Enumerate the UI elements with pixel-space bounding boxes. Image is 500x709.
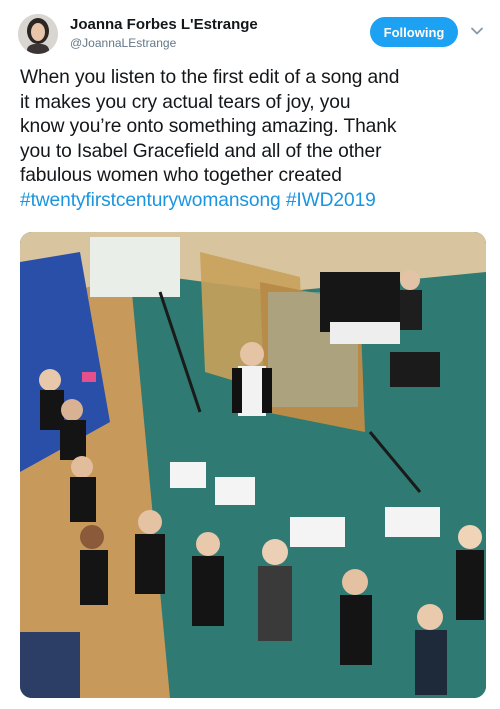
author-handle[interactable]: @JoannaLEstrange bbox=[70, 36, 176, 50]
tweet-line: you to Isabel Gracefield and all of the … bbox=[20, 140, 382, 162]
author-name[interactable]: Joanna Forbes L'Estrange bbox=[70, 16, 258, 33]
studio-photo-image bbox=[20, 232, 486, 698]
chevron-down-icon[interactable] bbox=[470, 24, 484, 38]
tweet-line: know you’re onto something amazing. Than… bbox=[20, 116, 397, 137]
avatar-photo-icon bbox=[18, 14, 58, 54]
tweet-line: When you listen to the first edit of a s… bbox=[20, 67, 400, 88]
hashtag-link[interactable]: #twentyfirstcenturywomansong bbox=[20, 190, 281, 211]
tweet-hashtag-line: #twentyfirstcenturywomansong #IWD2019 bbox=[20, 189, 486, 214]
hashtag-link[interactable]: #IWD2019 bbox=[286, 190, 376, 211]
tweet-header: Joanna Forbes L'Estrange @JoannaLEstrang… bbox=[18, 14, 484, 56]
tweet-line: fabulous women who together created bbox=[20, 165, 342, 186]
following-button[interactable]: Following bbox=[370, 17, 458, 47]
avatar[interactable] bbox=[18, 14, 58, 54]
tweet-text: When you listen to the first edit of a s… bbox=[20, 66, 486, 213]
tweet-photo[interactable] bbox=[20, 232, 486, 698]
tweet-line: it makes you cry actual tears of joy, yo… bbox=[20, 91, 351, 113]
